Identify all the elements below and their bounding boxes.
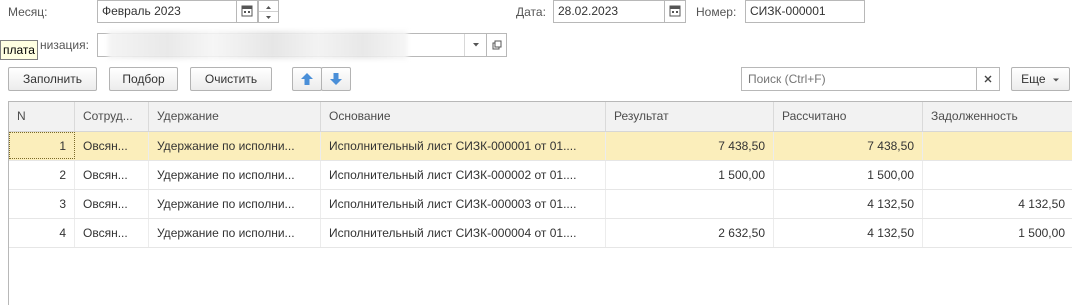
cell-calculated[interactable]: 4 132,50 bbox=[774, 190, 923, 218]
organization-dropdown-button[interactable] bbox=[464, 34, 486, 56]
cell-n[interactable]: 2 bbox=[9, 161, 75, 189]
search-input[interactable] bbox=[741, 67, 977, 91]
cell-deduction[interactable]: Удержание по исполни... bbox=[149, 132, 321, 160]
cell-calculated[interactable]: 7 438,50 bbox=[774, 132, 923, 160]
table-header: N Сотруд... Удержание Основание Результа… bbox=[9, 102, 1072, 132]
cell-employee[interactable]: Овсян... bbox=[75, 219, 149, 247]
table-row[interactable]: 1 Овсян... Удержание по исполни... Испол… bbox=[9, 132, 1072, 161]
calendar-icon bbox=[241, 5, 253, 17]
more-dropdown-icon bbox=[1052, 78, 1059, 82]
cell-result[interactable] bbox=[606, 190, 774, 218]
column-header-calculated[interactable]: Рассчитано bbox=[774, 102, 923, 131]
table-row[interactable]: 4 Овсян... Удержание по исполни... Испол… bbox=[9, 219, 1072, 248]
cell-deduction[interactable]: Удержание по исполни... bbox=[149, 190, 321, 218]
cell-basis[interactable]: Исполнительный лист СИЗК-000002 от 01...… bbox=[321, 161, 606, 189]
cell-basis[interactable]: Исполнительный лист СИЗК-000004 от 01...… bbox=[321, 219, 606, 247]
cell-result[interactable]: 2 632,50 bbox=[606, 219, 774, 247]
cell-n[interactable]: 1 bbox=[9, 132, 75, 159]
column-header-deduction[interactable]: Удержание bbox=[149, 102, 321, 131]
column-header-n[interactable]: N bbox=[9, 102, 75, 131]
move-down-button[interactable] bbox=[321, 67, 351, 91]
dropdown-arrow-icon bbox=[472, 43, 479, 47]
month-field[interactable]: Февраль 2023 bbox=[97, 0, 237, 23]
column-header-debt[interactable]: Задолженность bbox=[923, 102, 1072, 131]
tooltip-text: плата bbox=[3, 43, 35, 57]
date-label: Дата: bbox=[516, 5, 546, 19]
move-up-button[interactable] bbox=[292, 67, 322, 91]
cell-basis[interactable]: Исполнительный лист СИЗК-000003 от 01...… bbox=[321, 190, 606, 218]
cell-deduction[interactable]: Удержание по исполни... bbox=[149, 219, 321, 247]
date-field[interactable]: 28.02.2023 bbox=[553, 0, 665, 23]
cell-result[interactable]: 7 438,50 bbox=[606, 132, 774, 160]
cell-deduction[interactable]: Удержание по исполни... bbox=[149, 161, 321, 189]
organization-label: низация: bbox=[40, 38, 89, 52]
month-label: Месяц: bbox=[8, 5, 48, 19]
cell-debt[interactable] bbox=[923, 161, 1072, 189]
cell-employee[interactable]: Овсян... bbox=[75, 161, 149, 189]
select-button[interactable]: Подбор bbox=[109, 67, 178, 91]
deductions-table[interactable]: N Сотруд... Удержание Основание Результа… bbox=[8, 101, 1072, 305]
date-calendar-button[interactable] bbox=[664, 0, 686, 23]
cell-calculated[interactable]: 4 132,50 bbox=[774, 219, 923, 247]
cell-result[interactable]: 1 500,00 bbox=[606, 161, 774, 189]
column-header-result[interactable]: Результат bbox=[606, 102, 774, 131]
organization-open-button[interactable] bbox=[487, 33, 507, 57]
clear-search-icon bbox=[984, 75, 992, 83]
spin-up-icon[interactable] bbox=[259, 1, 278, 12]
cell-n[interactable]: 4 bbox=[9, 219, 75, 247]
more-button[interactable]: Еще bbox=[1011, 67, 1070, 91]
cell-employee[interactable]: Овсян... bbox=[75, 190, 149, 218]
spin-down-icon[interactable] bbox=[259, 12, 278, 22]
open-form-icon bbox=[492, 40, 501, 50]
cell-employee[interactable]: Овсян... bbox=[75, 132, 149, 160]
cell-n[interactable]: 3 bbox=[9, 190, 75, 218]
month-value: Февраль 2023 bbox=[102, 4, 181, 18]
move-up-icon bbox=[301, 73, 313, 85]
clear-button[interactable]: Очистить bbox=[190, 67, 272, 91]
cell-basis[interactable]: Исполнительный лист СИЗК-000001 от 01...… bbox=[321, 132, 606, 160]
month-calendar-button[interactable] bbox=[236, 0, 258, 23]
number-label: Номер: bbox=[696, 5, 737, 19]
cell-debt[interactable]: 4 132,50 bbox=[923, 190, 1072, 218]
month-spin-buttons[interactable] bbox=[258, 0, 279, 23]
fill-button[interactable]: Заполнить bbox=[8, 67, 97, 91]
clear-search-button[interactable] bbox=[976, 67, 1000, 91]
cell-debt[interactable]: 1 500,00 bbox=[923, 219, 1072, 247]
more-label: Еще bbox=[1021, 72, 1046, 86]
date-value: 28.02.2023 bbox=[558, 4, 619, 18]
organization-field[interactable] bbox=[97, 31, 487, 59]
table-row[interactable]: 3 Овсян... Удержание по исполни... Испол… bbox=[9, 190, 1072, 219]
organization-value-redacted bbox=[108, 31, 408, 59]
number-value: СИЗК-000001 bbox=[750, 4, 826, 18]
cell-calculated[interactable]: 1 500,00 bbox=[774, 161, 923, 189]
column-header-employee[interactable]: Сотруд... bbox=[75, 102, 149, 131]
column-header-basis[interactable]: Основание bbox=[321, 102, 606, 131]
move-down-icon bbox=[330, 73, 342, 85]
number-field[interactable]: СИЗК-000001 bbox=[745, 0, 865, 23]
calendar-icon bbox=[669, 5, 681, 17]
table-row[interactable]: 2 Овсян... Удержание по исполни... Испол… bbox=[9, 161, 1072, 190]
tooltip: плата bbox=[0, 40, 38, 60]
cell-debt[interactable] bbox=[923, 132, 1072, 160]
